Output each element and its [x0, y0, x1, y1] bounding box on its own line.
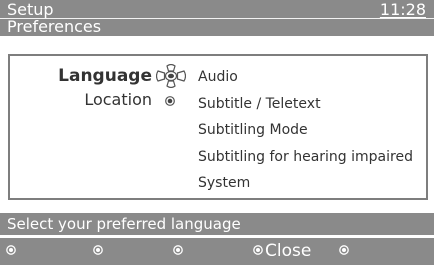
- submenu-item-subtitling-mode[interactable]: Subtitling Mode: [198, 120, 308, 140]
- yellow-key-icon[interactable]: [173, 245, 183, 255]
- red-key-icon[interactable]: [6, 245, 16, 255]
- hint-bar: Select your preferred language: [0, 213, 434, 235]
- submenu-column: Audio Subtitle / Teletext Subtitling Mod…: [193, 56, 426, 198]
- menu-subtitle: Preferences: [7, 17, 102, 36]
- menu-item-language[interactable]: Language: [58, 65, 152, 87]
- color-key-bar: Close: [0, 238, 434, 265]
- submenu-item-hearing-impaired[interactable]: Subtitling for hearing impaired: [198, 147, 413, 167]
- green-key-icon[interactable]: [93, 245, 103, 255]
- submenu-item-subtitle-teletext[interactable]: Subtitle / Teletext: [198, 94, 321, 114]
- header-bar: Setup 11:28 Preferences: [0, 0, 434, 36]
- blue-key-icon[interactable]: [253, 245, 263, 255]
- hint-text: Select your preferred language: [7, 215, 241, 233]
- main-menu-column: Language Location: [10, 56, 156, 198]
- close-button-label[interactable]: Close: [265, 240, 311, 262]
- tv-menu-screen: Setup 11:28 Preferences Language Locatio…: [0, 0, 434, 265]
- menu-item-location[interactable]: Location: [84, 89, 152, 111]
- navigation-cross-icon: [156, 64, 186, 88]
- submenu-item-audio[interactable]: Audio: [198, 67, 238, 87]
- option-key-icon[interactable]: [339, 245, 349, 255]
- submenu-item-system[interactable]: System: [198, 173, 250, 193]
- menu-panel: Language Location Audio Subtitle / Telet…: [8, 54, 428, 200]
- ok-bullet-icon: [165, 96, 175, 106]
- clock: 11:28: [379, 0, 426, 19]
